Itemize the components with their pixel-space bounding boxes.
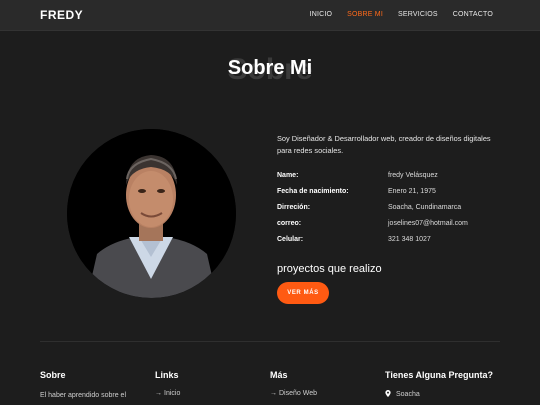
footer-heading: Más xyxy=(270,370,288,380)
info-value: Soacha, Cundinamarca xyxy=(388,204,462,211)
footer-link-label: Diseño Web xyxy=(279,390,318,397)
info-key: correo: xyxy=(277,220,302,227)
nav-link-sobre-mi[interactable]: SOBRE MI xyxy=(347,11,383,18)
footer-location-label: Soacha xyxy=(396,391,420,398)
about-description: Soy Diseñador & Desarrollador web, cread… xyxy=(277,134,491,155)
map-pin-icon xyxy=(385,390,391,397)
info-value: Enero 21, 1975 xyxy=(388,188,436,195)
profile-portrait-image xyxy=(67,129,236,298)
info-row-phone: Celular: 321 348 1027 xyxy=(277,236,507,252)
footer-location: Soacha xyxy=(385,390,420,398)
arrow-right-icon: → xyxy=(155,390,162,397)
profile-photo xyxy=(67,129,236,298)
nav-link-servicios[interactable]: SERVICIOS xyxy=(398,11,438,18)
footer-column-more: Más → Diseño Web xyxy=(270,370,317,397)
info-value: fredy Velásquez xyxy=(388,172,438,179)
nav-menu: INICIO SOBRE MI SERVICIOS CONTACTO xyxy=(310,11,493,18)
footer-column-links: Links → Inicio xyxy=(155,370,180,397)
nav-link-contacto[interactable]: CONTACTO xyxy=(453,11,493,18)
see-more-button[interactable]: VER MÁS xyxy=(277,282,329,304)
brand-logo[interactable]: FREDY xyxy=(40,8,83,22)
info-row-name: Name: fredy Velásquez xyxy=(277,172,507,188)
info-value: 321 348 1027 xyxy=(388,236,431,243)
info-row-address: Dirreción: Soacha, Cundinamarca xyxy=(277,204,507,220)
info-key: Fecha de nacimiento: xyxy=(277,188,349,195)
footer-link-web-design[interactable]: → Diseño Web xyxy=(270,390,317,397)
info-key: Celular: xyxy=(277,236,304,243)
footer-column-about: Sobre El haber aprendido sobre el xyxy=(40,370,126,399)
info-key: Dirreción: xyxy=(277,204,311,211)
nav-link-inicio[interactable]: INICIO xyxy=(310,11,333,18)
footer-divider xyxy=(40,341,500,342)
info-row-email: correo: joselines07@hotmail.com xyxy=(277,220,507,236)
section-heading: Sobre Sobre Mi xyxy=(0,50,540,90)
info-row-birthdate: Fecha de nacimiento: Enero 21, 1975 xyxy=(277,188,507,204)
footer-heading: Tienes Alguna Pregunta? xyxy=(385,370,494,380)
footer-column-contact: Tienes Alguna Pregunta? Soacha xyxy=(385,370,494,398)
projects-label: proyectos que realizo xyxy=(277,263,382,275)
section-title: Sobre Mi xyxy=(227,57,313,79)
info-key: Name: xyxy=(277,172,299,179)
footer-heading: Links xyxy=(155,370,179,380)
arrow-right-icon: → xyxy=(270,390,277,397)
about-description-block: Soy Diseñador & Desarrollador web, cread… xyxy=(277,133,507,157)
personal-info-list: Name: fredy Velásquez Fecha de nacimient… xyxy=(277,172,507,252)
footer-link-label: Inicio xyxy=(164,390,181,397)
footer-heading: Sobre xyxy=(40,370,66,380)
footer-about-text: El haber aprendido sobre el xyxy=(40,392,127,399)
info-value: joselines07@hotmail.com xyxy=(388,220,468,227)
top-navbar: FREDY INICIO SOBRE MI SERVICIOS CONTACTO xyxy=(0,0,540,31)
footer-link-inicio[interactable]: → Inicio xyxy=(155,390,180,397)
